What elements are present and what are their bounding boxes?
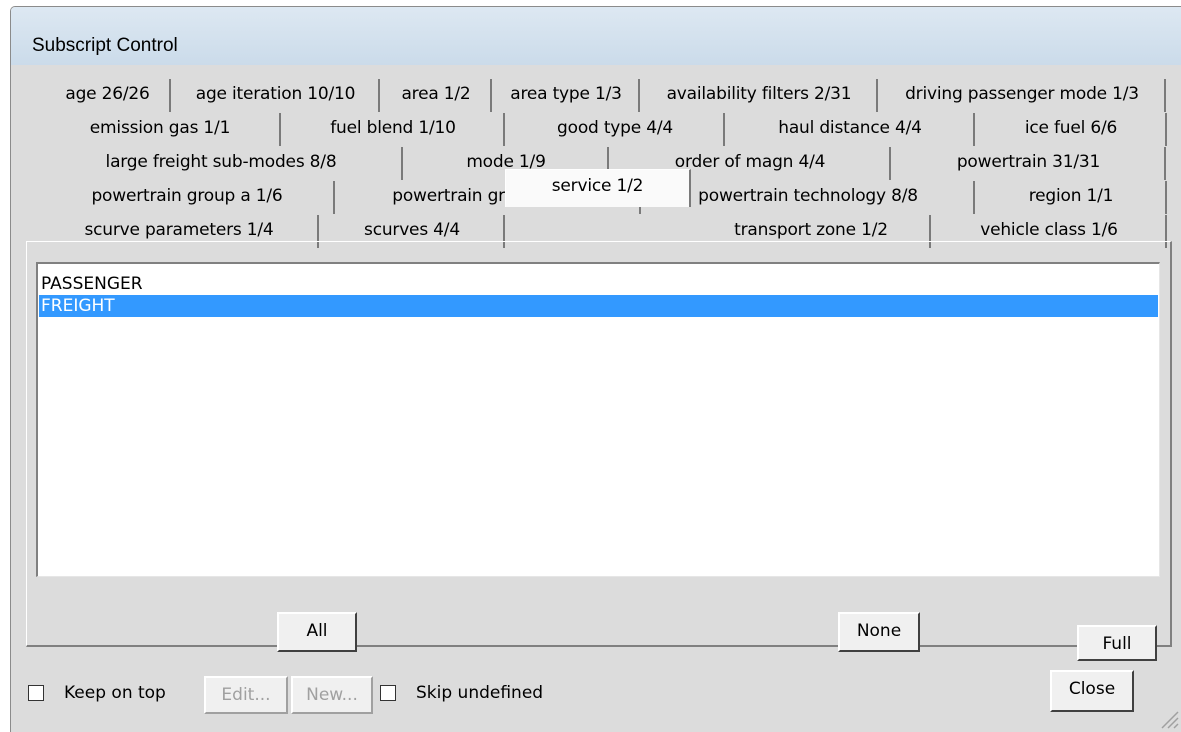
subscript-listbox[interactable]: PASSENGER FREIGHT — [36, 262, 1160, 577]
tab-good-type[interactable]: good type 4/4 — [507, 113, 725, 146]
edit-button[interactable]: Edit... — [204, 676, 288, 714]
resize-grip-icon[interactable] — [1157, 707, 1179, 729]
tab-driving-passenger-mode[interactable]: driving passenger mode 1/3 — [880, 79, 1166, 112]
close-button[interactable]: Close — [1050, 670, 1134, 712]
tab-powertrain-technology[interactable]: powertrain technology 8/8 — [643, 181, 975, 214]
tab-age[interactable]: age 26/26 — [46, 79, 171, 112]
tab-fuel-blend[interactable]: fuel blend 1/10 — [283, 113, 505, 146]
tab-availability-filters[interactable]: availability filters 2/31 — [642, 79, 878, 112]
keep-on-top-label: Keep on top — [64, 683, 166, 703]
keep-on-top-checkbox[interactable] — [28, 685, 44, 701]
window-title: Subscript Control — [32, 35, 178, 57]
skip-undefined-checkbox[interactable] — [380, 685, 396, 701]
list-item[interactable]: PASSENGER — [39, 273, 1158, 295]
tab-ice-fuel[interactable]: ice fuel 6/6 — [977, 113, 1167, 146]
tab-emission-gas[interactable]: emission gas 1/1 — [41, 113, 281, 146]
list-item-selected[interactable]: FREIGHT — [39, 295, 1158, 317]
all-button[interactable]: All — [277, 612, 357, 652]
tab-powertrain-group-a[interactable]: powertrain group a 1/6 — [41, 181, 335, 214]
full-button[interactable]: Full — [1077, 625, 1157, 661]
none-button[interactable]: None — [838, 612, 920, 652]
tab-region[interactable]: region 1/1 — [977, 181, 1167, 214]
tab-large-freight-sub-modes[interactable]: large freight sub-modes 8/8 — [41, 147, 403, 180]
tab-age-iteration[interactable]: age iteration 10/10 — [173, 79, 380, 112]
skip-undefined-label: Skip undefined — [416, 683, 543, 703]
title-bar[interactable]: Subscript Control — [11, 7, 1181, 65]
tab-area[interactable]: area 1/2 — [382, 79, 492, 112]
tab-area-type[interactable]: area type 1/3 — [494, 79, 640, 112]
tab-powertrain[interactable]: powertrain 31/31 — [893, 147, 1166, 180]
tab-service[interactable]: service 1/2 — [505, 169, 691, 207]
tab-haul-distance[interactable]: haul distance 4/4 — [727, 113, 975, 146]
new-button[interactable]: New... — [291, 676, 373, 714]
